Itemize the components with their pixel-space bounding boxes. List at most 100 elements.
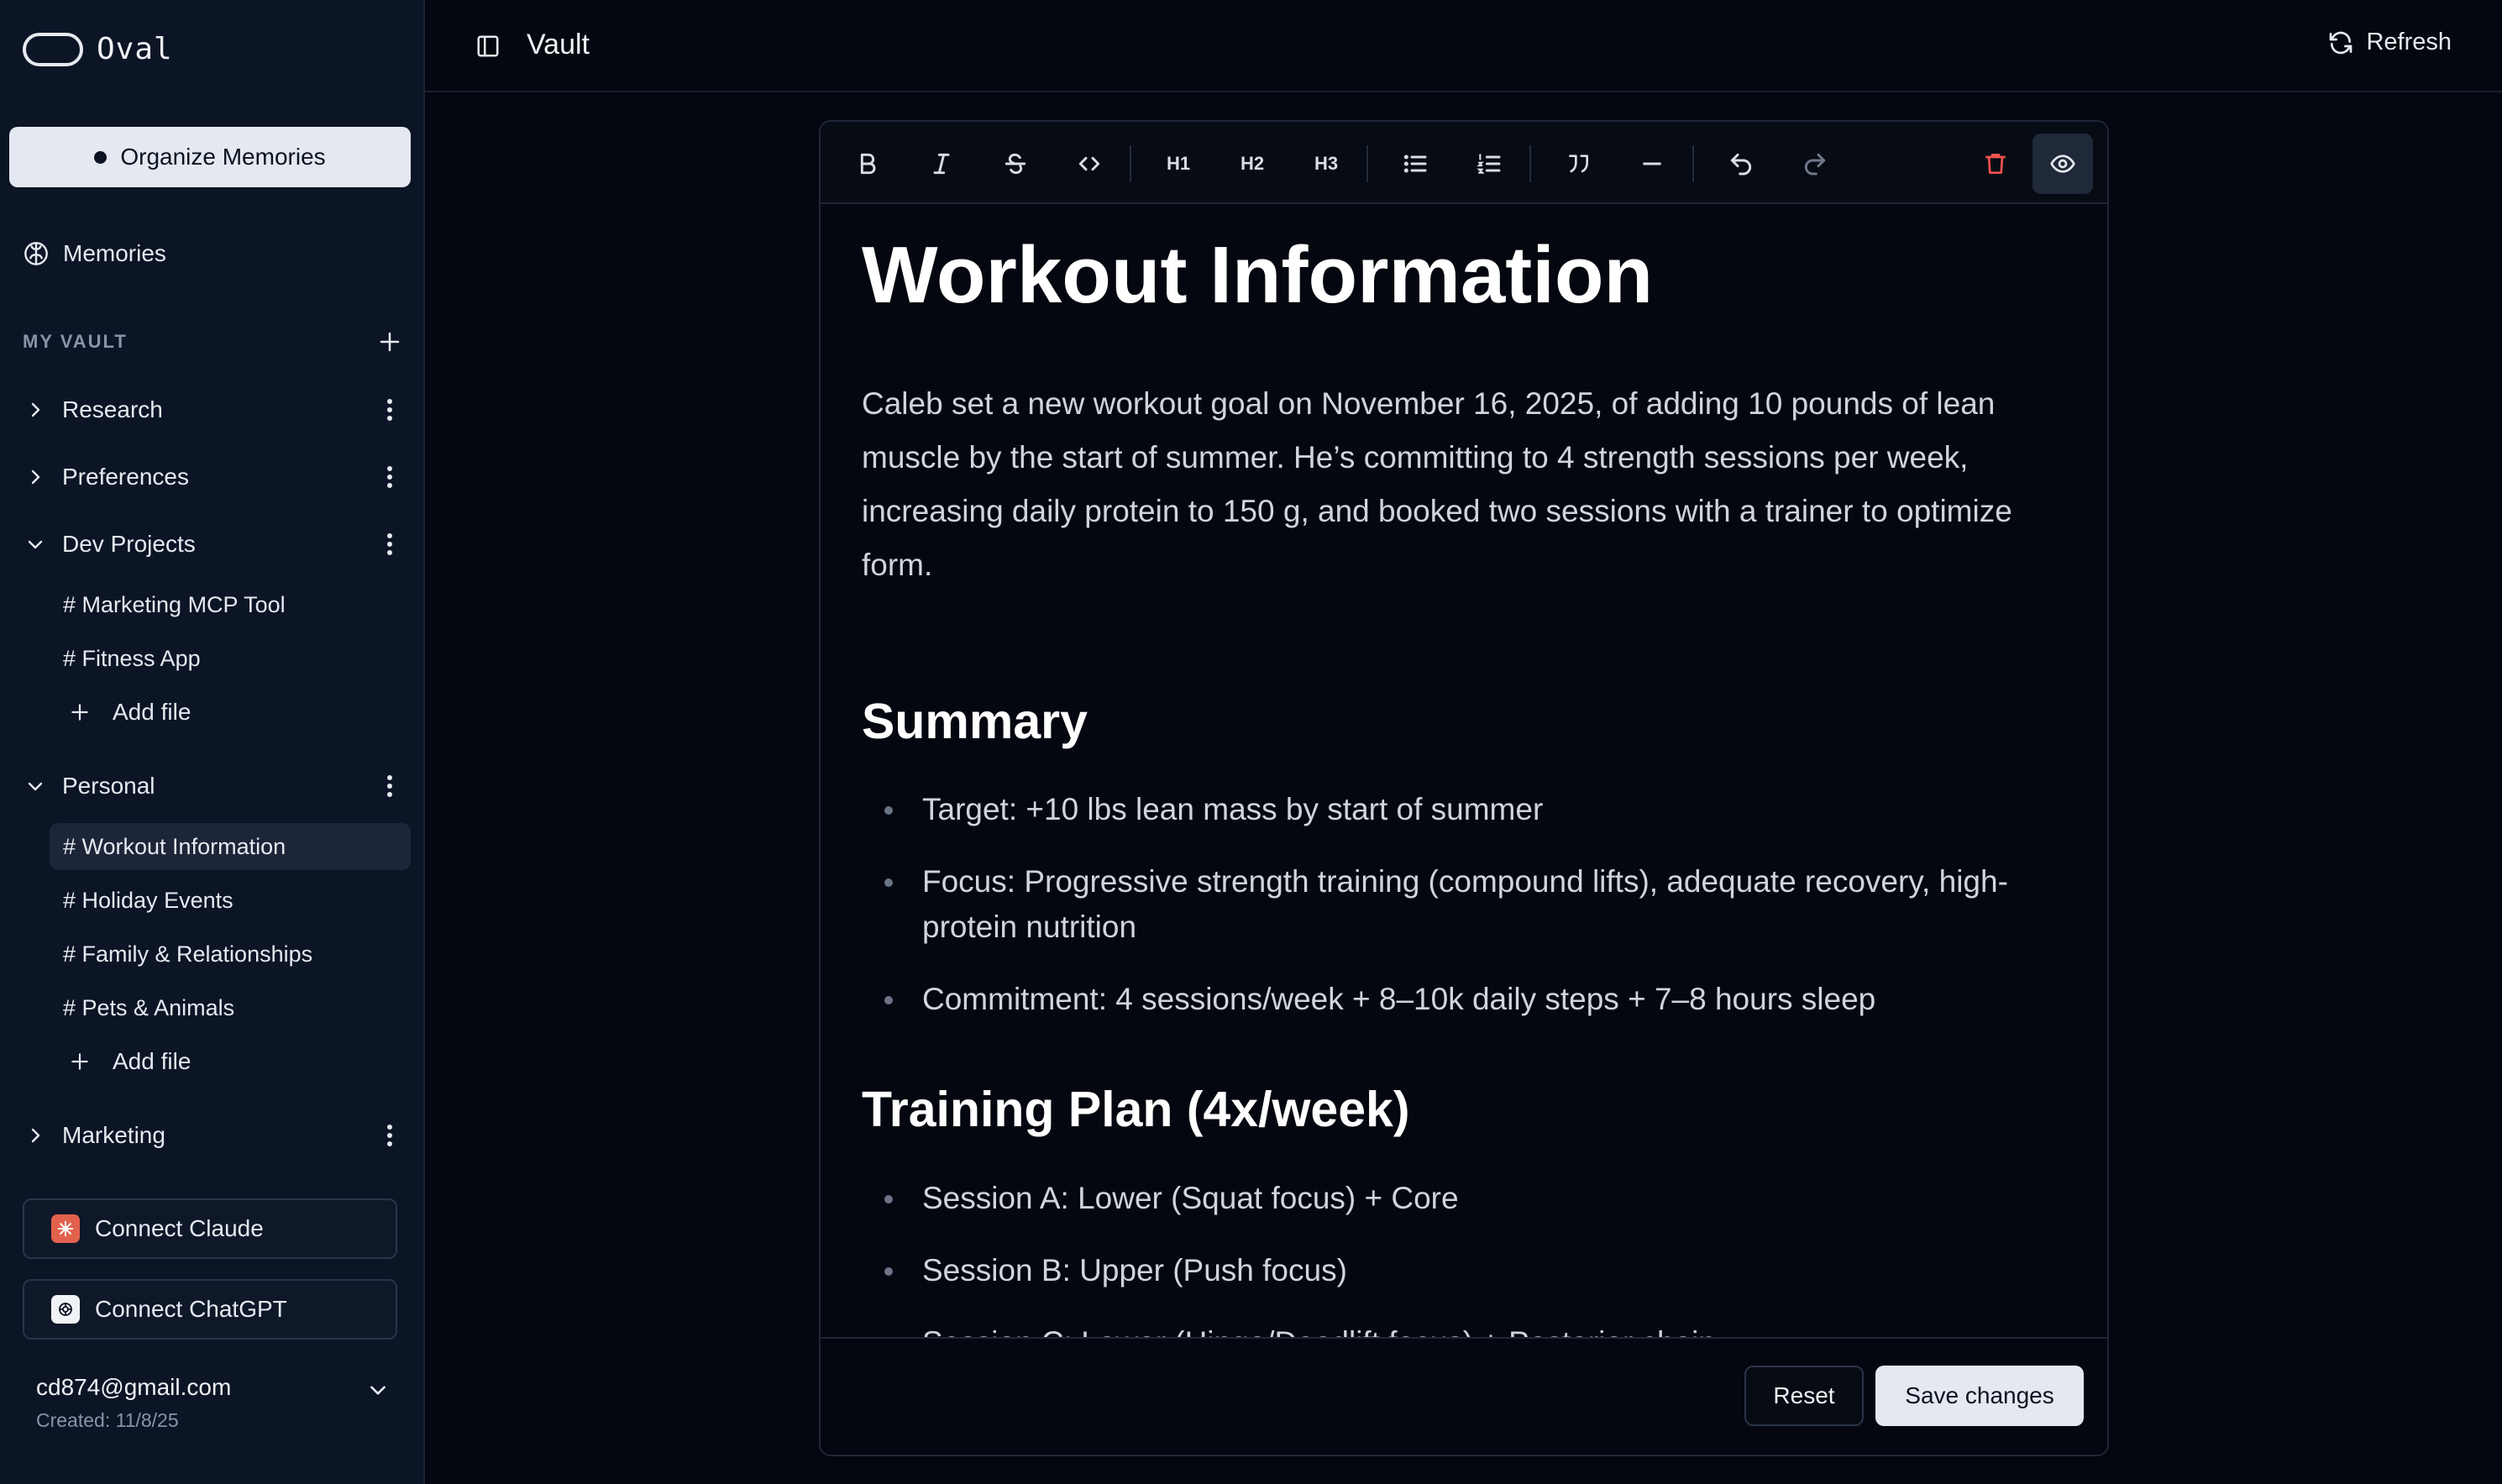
- heading-1-button[interactable]: H1: [1155, 140, 1202, 187]
- list-item: Session B: Upper (Push focus): [862, 1248, 2038, 1293]
- account-email: cd874@gmail.com: [36, 1374, 232, 1400]
- delete-button[interactable]: [1972, 140, 2019, 187]
- ordered-list-button[interactable]: [1466, 140, 1513, 187]
- heading-2-button[interactable]: H2: [1229, 140, 1276, 187]
- sidebar-item-memories[interactable]: Memories: [23, 240, 166, 267]
- more-vertical-icon[interactable]: [386, 465, 393, 489]
- document-title: Workout Information: [862, 230, 1654, 320]
- account-menu[interactable]: cd874@gmail.com Created: 11/8/25: [36, 1374, 389, 1432]
- preview-toggle-button[interactable]: [2033, 134, 2093, 194]
- file-item[interactable]: # Fitness App: [0, 632, 425, 685]
- folder-research[interactable]: Research: [0, 376, 425, 443]
- training-plan-list: Session A: Lower (Squat focus) + Core Se…: [862, 1176, 2077, 1340]
- more-vertical-icon[interactable]: [386, 774, 393, 798]
- list-item: Focus: Progressive strength training (co…: [862, 859, 2038, 950]
- sidebar: Oval Organize Memories Memories MY VAULT: [0, 0, 425, 1484]
- heading-1-label: H1: [1166, 153, 1191, 174]
- italic-icon: [933, 153, 950, 175]
- save-changes-button[interactable]: Save changes: [1875, 1366, 2084, 1426]
- connect-claude-label: Connect Claude: [95, 1215, 264, 1241]
- brand[interactable]: Oval: [23, 32, 173, 66]
- add-file-button[interactable]: Add file: [0, 685, 425, 739]
- folder-dev-projects[interactable]: Dev Projects: [0, 511, 425, 578]
- list-item: Commitment: 4 sessions/week + 8–10k dail…: [862, 977, 2038, 1022]
- heading-3-button[interactable]: H3: [1303, 140, 1350, 187]
- bold-icon: [860, 153, 876, 175]
- folder-tree: Research Preferences Dev Projects # Mark…: [0, 376, 425, 1169]
- reset-button[interactable]: Reset: [1744, 1366, 1864, 1426]
- blockquote-button[interactable]: [1555, 140, 1602, 187]
- bullet-list-button[interactable]: [1392, 140, 1439, 187]
- undo-button[interactable]: [1718, 140, 1765, 187]
- folder-label: Marketing: [62, 1122, 165, 1148]
- file-item[interactable]: # Family & Relationships: [0, 927, 425, 981]
- chevron-right-icon: [31, 1128, 40, 1143]
- app-root: Oval Organize Memories Memories MY VAULT: [0, 0, 2502, 1484]
- list-item: Target: +10 lbs lean mass by start of su…: [862, 787, 2038, 832]
- toggle-sidebar-icon[interactable]: [475, 34, 501, 59]
- more-vertical-icon[interactable]: [386, 532, 393, 556]
- vault-heading: MY VAULT: [23, 331, 128, 352]
- sidebar-item-label: Memories: [63, 240, 166, 266]
- file-label: # Holiday Events: [63, 887, 233, 913]
- file-label: # Pets & Animals: [63, 994, 235, 1020]
- italic-button[interactable]: [918, 140, 965, 187]
- trash-icon: [1985, 154, 2006, 174]
- connect-chatgpt-button[interactable]: Connect ChatGPT: [23, 1279, 397, 1340]
- plus-icon: [71, 704, 88, 721]
- summary-heading: Summary: [862, 693, 1088, 749]
- undo-icon: [1730, 153, 1752, 176]
- document-body[interactable]: Workout Information Caleb set a new work…: [821, 204, 2107, 1340]
- file-label: # Family & Relationships: [63, 941, 313, 967]
- bold-button[interactable]: [844, 140, 891, 187]
- folder-label: Research: [62, 396, 163, 422]
- chevron-down-icon: [28, 540, 43, 549]
- heading-3-label: H3: [1314, 153, 1339, 174]
- file-item[interactable]: # Holiday Events: [0, 873, 425, 927]
- plus-icon: [71, 1053, 88, 1070]
- quote-icon: [1569, 155, 1588, 173]
- markdown-editor: H1 H2 H3 Workout Information Caleb set a…: [819, 120, 2109, 1456]
- organize-memories-button[interactable]: Organize Memories: [9, 127, 411, 187]
- summary-list: Target: +10 lbs lean mass by start of su…: [862, 787, 2077, 1022]
- chevron-down-icon[interactable]: [367, 1379, 389, 1401]
- list-item: Session A: Lower (Squat focus) + Core: [862, 1176, 2038, 1221]
- heading-2-label: H2: [1240, 153, 1265, 174]
- code-button[interactable]: [1066, 140, 1113, 187]
- connect-claude-button[interactable]: Connect Claude: [23, 1198, 397, 1259]
- topbar: Vault Refresh: [425, 0, 2502, 92]
- add-folder-icon[interactable]: [377, 329, 402, 354]
- folder-marketing[interactable]: Marketing: [0, 1102, 425, 1169]
- folder-personal[interactable]: Personal: [0, 752, 425, 820]
- folder-preferences[interactable]: Preferences: [0, 443, 425, 511]
- more-vertical-icon[interactable]: [386, 398, 393, 422]
- add-file-label: Add file: [113, 1048, 191, 1074]
- add-file-button[interactable]: Add file: [0, 1035, 425, 1088]
- oval-logo-icon: [23, 32, 83, 66]
- dot-icon: [94, 150, 108, 164]
- more-vertical-icon[interactable]: [386, 1124, 393, 1147]
- training-plan-heading: Training Plan (4x/week): [862, 1082, 1410, 1138]
- chevron-right-icon: [31, 402, 40, 417]
- code-icon: [1078, 156, 1100, 171]
- toolbar-divider: [1692, 145, 1694, 182]
- organize-memories-label: Organize Memories: [120, 144, 326, 170]
- strikethrough-button[interactable]: [992, 140, 1039, 187]
- horizontal-rule-icon: [1643, 162, 1661, 165]
- horizontal-rule-button[interactable]: [1629, 140, 1676, 187]
- refresh-button[interactable]: Refresh: [2327, 29, 2452, 56]
- refresh-label: Refresh: [2366, 29, 2452, 55]
- file-item[interactable]: # Marketing MCP Tool: [0, 578, 425, 632]
- file-item-active[interactable]: # Workout Information: [0, 820, 425, 873]
- toolbar-divider: [1366, 145, 1368, 182]
- toolbar-divider: [1529, 145, 1531, 182]
- ordered-list-icon: [1477, 154, 1501, 174]
- claude-logo-icon: [51, 1214, 80, 1243]
- file-item[interactable]: # Pets & Animals: [0, 981, 425, 1035]
- redo-button[interactable]: [1791, 140, 1838, 187]
- connect-chatgpt-label: Connect ChatGPT: [95, 1296, 287, 1322]
- brain-icon: [24, 242, 48, 265]
- folder-label: Preferences: [62, 464, 189, 490]
- chatgpt-logo-icon: [51, 1295, 80, 1324]
